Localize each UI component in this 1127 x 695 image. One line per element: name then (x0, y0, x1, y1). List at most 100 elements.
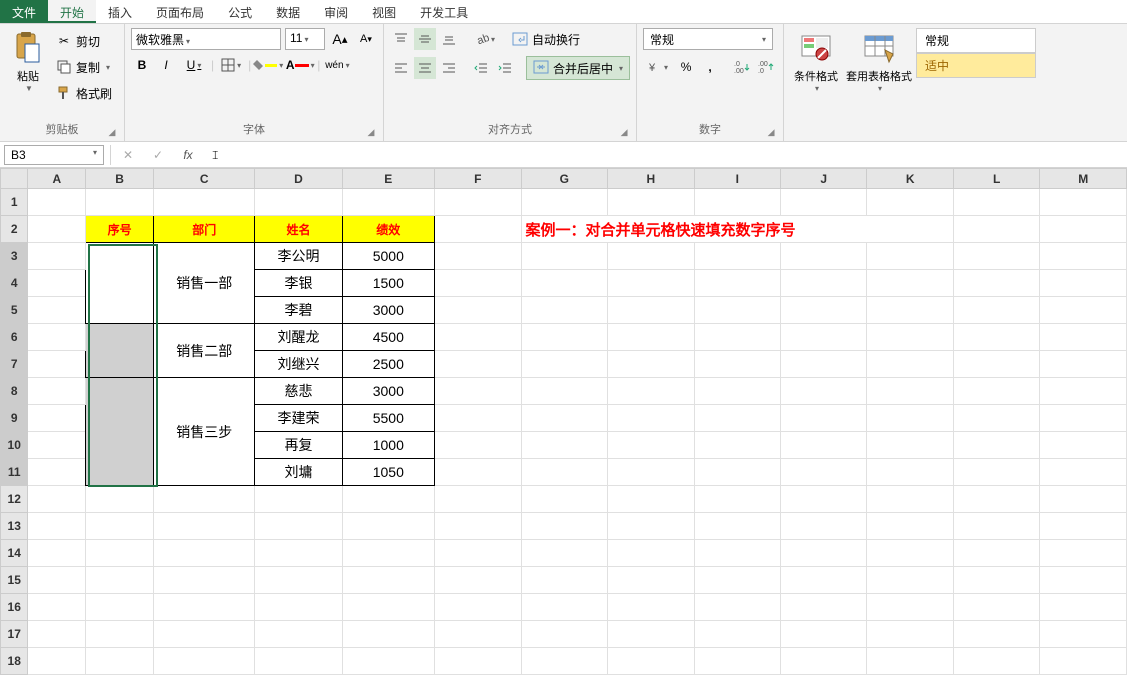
cell-perf[interactable]: 4500 (342, 324, 435, 351)
cancel-formula-icon[interactable]: ✕ (117, 144, 139, 166)
cell-seq-1[interactable] (86, 243, 154, 324)
col-header[interactable]: J (780, 169, 866, 189)
cell-name[interactable]: 刘继兴 (255, 351, 342, 378)
row-header[interactable]: 3 (1, 243, 28, 270)
cell-name[interactable]: 慈悲 (255, 378, 342, 405)
row-header[interactable]: 16 (1, 594, 28, 621)
cell-dept[interactable]: 销售一部 (154, 243, 255, 324)
tab-home[interactable]: 开始 (48, 0, 96, 23)
select-all-button[interactable] (1, 169, 28, 189)
cell-perf[interactable]: 1500 (342, 270, 435, 297)
increase-indent-icon[interactable] (494, 57, 516, 79)
dialog-launcher-icon[interactable]: ◢ (365, 127, 377, 139)
row-header[interactable]: 5 (1, 297, 28, 324)
row-header[interactable]: 10 (1, 432, 28, 459)
cell-seq-2[interactable] (86, 324, 154, 378)
decrease-indent-icon[interactable] (470, 57, 492, 79)
fill-color-button[interactable]: ▾ (253, 54, 283, 76)
cell-name[interactable]: 李公明 (255, 243, 342, 270)
comma-button[interactable]: , (699, 56, 721, 78)
tab-review[interactable]: 审阅 (312, 0, 360, 23)
table-header[interactable]: 绩效 (342, 216, 435, 243)
row-header[interactable]: 14 (1, 540, 28, 567)
row-header[interactable]: 9 (1, 405, 28, 432)
row-header[interactable]: 13 (1, 513, 28, 540)
cell-perf[interactable]: 3000 (342, 378, 435, 405)
table-header[interactable]: 姓名 (255, 216, 342, 243)
row-header[interactable]: 11 (1, 459, 28, 486)
number-format-select[interactable]: 常规▾ (643, 28, 773, 50)
tab-developer[interactable]: 开发工具 (408, 0, 480, 23)
tab-view[interactable]: 视图 (360, 0, 408, 23)
italic-button[interactable]: I (155, 54, 177, 76)
formula-input[interactable]: 𝙸 (205, 146, 1123, 164)
conditional-format-button[interactable]: 条件格式▾ (790, 28, 842, 95)
cell-name[interactable]: 李银 (255, 270, 342, 297)
cell-perf[interactable]: 5000 (342, 243, 435, 270)
cell-name[interactable]: 再复 (255, 432, 342, 459)
cell-perf[interactable]: 1000 (342, 432, 435, 459)
row-header[interactable]: 6 (1, 324, 28, 351)
font-name-select[interactable]: 微软雅黑▾ (131, 28, 281, 50)
wrap-text-button[interactable]: 自动换行 (510, 28, 582, 50)
dialog-launcher-icon[interactable]: ◢ (106, 127, 118, 139)
dialog-launcher-icon[interactable]: ◢ (618, 127, 630, 139)
cell-name[interactable]: 刘醒龙 (255, 324, 342, 351)
cell-seq-3[interactable] (86, 378, 154, 486)
bold-button[interactable]: B (131, 54, 153, 76)
font-color-button[interactable]: A▾ (285, 54, 315, 76)
format-painter-button[interactable]: 格式刷 (54, 82, 114, 104)
align-middle-icon[interactable] (414, 28, 436, 50)
phonetic-button[interactable]: wén▾ (322, 54, 352, 76)
row-header[interactable]: 2 (1, 216, 28, 243)
row-header[interactable]: 18 (1, 648, 28, 675)
col-header[interactable]: E (342, 169, 435, 189)
tab-page-layout[interactable]: 页面布局 (144, 0, 216, 23)
row-header[interactable]: 7 (1, 351, 28, 378)
row-header[interactable]: 8 (1, 378, 28, 405)
increase-font-icon[interactable]: A▴ (329, 28, 351, 50)
col-header[interactable]: M (1040, 169, 1127, 189)
currency-button[interactable]: ¥▾ (643, 56, 673, 78)
increase-decimal-icon[interactable]: .0.00 (731, 56, 753, 78)
underline-button[interactable]: U▾ (179, 54, 209, 76)
table-header[interactable]: 部门 (154, 216, 255, 243)
copy-button[interactable]: 复制 ▾ (54, 56, 114, 78)
align-bottom-icon[interactable] (438, 28, 460, 50)
borders-button[interactable]: ▾ (216, 54, 246, 76)
cell-perf[interactable]: 5500 (342, 405, 435, 432)
tab-file[interactable]: 文件 (0, 0, 48, 23)
align-top-icon[interactable] (390, 28, 412, 50)
row-header[interactable]: 1 (1, 189, 28, 216)
font-size-select[interactable]: 11▾ (285, 28, 325, 50)
col-header[interactable]: H (608, 169, 694, 189)
dialog-launcher-icon[interactable]: ◢ (765, 127, 777, 139)
row-header[interactable]: 4 (1, 270, 28, 297)
col-header[interactable]: I (694, 169, 780, 189)
tab-data[interactable]: 数据 (264, 0, 312, 23)
cell-perf[interactable]: 1050 (342, 459, 435, 486)
cell-dept[interactable]: 销售二部 (154, 324, 255, 378)
cut-button[interactable]: ✂ 剪切 (54, 30, 114, 52)
col-header[interactable]: L (953, 169, 1039, 189)
cell-name[interactable]: 刘墉 (255, 459, 342, 486)
align-left-icon[interactable] (390, 57, 412, 79)
spreadsheet[interactable]: A B C D E F G H I J K L M 1 2 序号 部门 姓名 绩… (0, 168, 1127, 675)
align-center-icon[interactable] (414, 57, 436, 79)
row-header[interactable]: 15 (1, 567, 28, 594)
table-header[interactable]: 序号 (86, 216, 154, 243)
align-right-icon[interactable] (438, 57, 460, 79)
cell-name[interactable]: 李碧 (255, 297, 342, 324)
col-header[interactable]: C (154, 169, 255, 189)
percent-button[interactable]: % (675, 56, 697, 78)
table-format-button[interactable]: 套用表格格式▾ (842, 28, 916, 95)
tab-insert[interactable]: 插入 (96, 0, 144, 23)
enter-formula-icon[interactable]: ✓ (147, 144, 169, 166)
style-good[interactable]: 适中 (916, 53, 1036, 78)
paste-button[interactable]: 粘贴 ▼ (6, 28, 50, 95)
cell-dept[interactable]: 销售三步 (154, 378, 255, 486)
cell-name[interactable]: 李建荣 (255, 405, 342, 432)
col-header[interactable]: F (435, 169, 521, 189)
decrease-font-icon[interactable]: A▾ (355, 28, 377, 50)
merge-center-button[interactable]: 合并后居中 ▾ (526, 56, 630, 80)
